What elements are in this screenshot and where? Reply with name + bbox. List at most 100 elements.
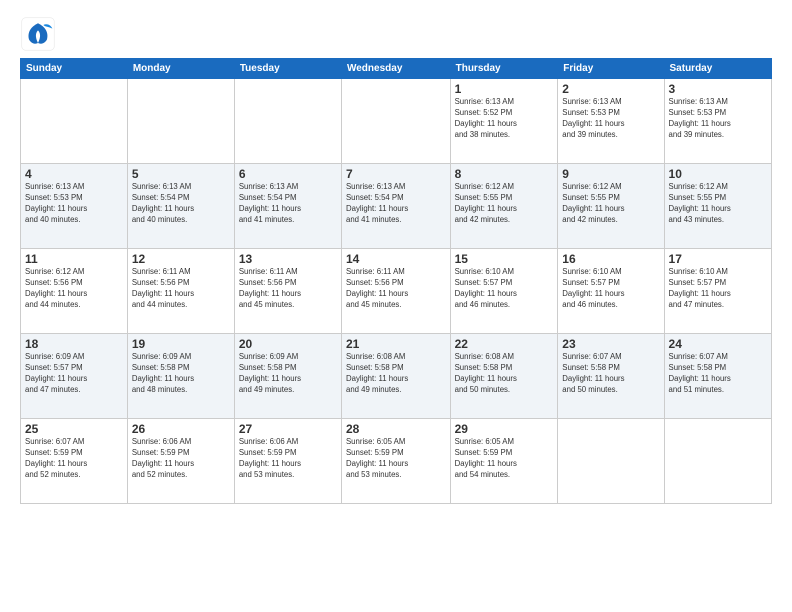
- day-info: Sunrise: 6:05 AMSunset: 5:59 PMDaylight:…: [455, 437, 554, 481]
- day-number: 24: [669, 337, 767, 351]
- day-info: Sunrise: 6:13 AMSunset: 5:53 PMDaylight:…: [669, 97, 767, 141]
- day-number: 6: [239, 167, 337, 181]
- day-number: 3: [669, 82, 767, 96]
- calendar-cell: [341, 79, 450, 164]
- calendar-cell: 17Sunrise: 6:10 AMSunset: 5:57 PMDayligh…: [664, 249, 771, 334]
- calendar-cell: 28Sunrise: 6:05 AMSunset: 5:59 PMDayligh…: [341, 419, 450, 504]
- day-number: 12: [132, 252, 230, 266]
- calendar-week-4: 18Sunrise: 6:09 AMSunset: 5:57 PMDayligh…: [21, 334, 772, 419]
- calendar-cell: 4Sunrise: 6:13 AMSunset: 5:53 PMDaylight…: [21, 164, 128, 249]
- calendar-cell: 23Sunrise: 6:07 AMSunset: 5:58 PMDayligh…: [558, 334, 664, 419]
- day-info: Sunrise: 6:07 AMSunset: 5:58 PMDaylight:…: [669, 352, 767, 396]
- calendar-cell: 18Sunrise: 6:09 AMSunset: 5:57 PMDayligh…: [21, 334, 128, 419]
- calendar-cell: 6Sunrise: 6:13 AMSunset: 5:54 PMDaylight…: [234, 164, 341, 249]
- day-number: 1: [455, 82, 554, 96]
- day-number: 18: [25, 337, 123, 351]
- day-number: 20: [239, 337, 337, 351]
- col-header-wednesday: Wednesday: [341, 59, 450, 79]
- calendar-cell: 2Sunrise: 6:13 AMSunset: 5:53 PMDaylight…: [558, 79, 664, 164]
- day-number: 23: [562, 337, 659, 351]
- calendar-cell: 29Sunrise: 6:05 AMSunset: 5:59 PMDayligh…: [450, 419, 558, 504]
- day-info: Sunrise: 6:09 AMSunset: 5:58 PMDaylight:…: [132, 352, 230, 396]
- day-number: 11: [25, 252, 123, 266]
- calendar-cell: 13Sunrise: 6:11 AMSunset: 5:56 PMDayligh…: [234, 249, 341, 334]
- day-number: 15: [455, 252, 554, 266]
- day-info: Sunrise: 6:13 AMSunset: 5:54 PMDaylight:…: [132, 182, 230, 226]
- day-number: 26: [132, 422, 230, 436]
- calendar-cell: 5Sunrise: 6:13 AMSunset: 5:54 PMDaylight…: [127, 164, 234, 249]
- calendar-cell: 12Sunrise: 6:11 AMSunset: 5:56 PMDayligh…: [127, 249, 234, 334]
- day-number: 16: [562, 252, 659, 266]
- day-number: 28: [346, 422, 446, 436]
- calendar-table: SundayMondayTuesdayWednesdayThursdayFrid…: [20, 58, 772, 504]
- day-number: 29: [455, 422, 554, 436]
- day-number: 17: [669, 252, 767, 266]
- calendar-cell: [234, 79, 341, 164]
- day-info: Sunrise: 6:12 AMSunset: 5:55 PMDaylight:…: [669, 182, 767, 226]
- day-info: Sunrise: 6:13 AMSunset: 5:53 PMDaylight:…: [562, 97, 659, 141]
- calendar-cell: [127, 79, 234, 164]
- calendar-cell: [558, 419, 664, 504]
- calendar-cell: 25Sunrise: 6:07 AMSunset: 5:59 PMDayligh…: [21, 419, 128, 504]
- logo-icon: [20, 16, 56, 52]
- day-number: 14: [346, 252, 446, 266]
- day-number: 10: [669, 167, 767, 181]
- calendar-cell: [664, 419, 771, 504]
- day-info: Sunrise: 6:06 AMSunset: 5:59 PMDaylight:…: [132, 437, 230, 481]
- calendar-cell: 20Sunrise: 6:09 AMSunset: 5:58 PMDayligh…: [234, 334, 341, 419]
- calendar-cell: 24Sunrise: 6:07 AMSunset: 5:58 PMDayligh…: [664, 334, 771, 419]
- day-info: Sunrise: 6:10 AMSunset: 5:57 PMDaylight:…: [669, 267, 767, 311]
- day-info: Sunrise: 6:07 AMSunset: 5:59 PMDaylight:…: [25, 437, 123, 481]
- calendar-header-row: SundayMondayTuesdayWednesdayThursdayFrid…: [21, 59, 772, 79]
- day-number: 21: [346, 337, 446, 351]
- day-info: Sunrise: 6:09 AMSunset: 5:57 PMDaylight:…: [25, 352, 123, 396]
- day-info: Sunrise: 6:13 AMSunset: 5:54 PMDaylight:…: [346, 182, 446, 226]
- day-info: Sunrise: 6:11 AMSunset: 5:56 PMDaylight:…: [132, 267, 230, 311]
- calendar-cell: 14Sunrise: 6:11 AMSunset: 5:56 PMDayligh…: [341, 249, 450, 334]
- day-number: 27: [239, 422, 337, 436]
- col-header-monday: Monday: [127, 59, 234, 79]
- day-number: 8: [455, 167, 554, 181]
- day-info: Sunrise: 6:13 AMSunset: 5:54 PMDaylight:…: [239, 182, 337, 226]
- calendar-cell: 10Sunrise: 6:12 AMSunset: 5:55 PMDayligh…: [664, 164, 771, 249]
- col-header-thursday: Thursday: [450, 59, 558, 79]
- col-header-saturday: Saturday: [664, 59, 771, 79]
- day-number: 25: [25, 422, 123, 436]
- calendar-cell: 19Sunrise: 6:09 AMSunset: 5:58 PMDayligh…: [127, 334, 234, 419]
- day-info: Sunrise: 6:10 AMSunset: 5:57 PMDaylight:…: [455, 267, 554, 311]
- day-info: Sunrise: 6:11 AMSunset: 5:56 PMDaylight:…: [346, 267, 446, 311]
- day-number: 22: [455, 337, 554, 351]
- calendar-cell: 7Sunrise: 6:13 AMSunset: 5:54 PMDaylight…: [341, 164, 450, 249]
- calendar-week-2: 4Sunrise: 6:13 AMSunset: 5:53 PMDaylight…: [21, 164, 772, 249]
- day-info: Sunrise: 6:05 AMSunset: 5:59 PMDaylight:…: [346, 437, 446, 481]
- day-info: Sunrise: 6:07 AMSunset: 5:58 PMDaylight:…: [562, 352, 659, 396]
- day-info: Sunrise: 6:11 AMSunset: 5:56 PMDaylight:…: [239, 267, 337, 311]
- day-number: 19: [132, 337, 230, 351]
- header: [20, 16, 772, 52]
- calendar-week-5: 25Sunrise: 6:07 AMSunset: 5:59 PMDayligh…: [21, 419, 772, 504]
- calendar-cell: 3Sunrise: 6:13 AMSunset: 5:53 PMDaylight…: [664, 79, 771, 164]
- calendar-cell: 15Sunrise: 6:10 AMSunset: 5:57 PMDayligh…: [450, 249, 558, 334]
- col-header-sunday: Sunday: [21, 59, 128, 79]
- day-number: 9: [562, 167, 659, 181]
- calendar-cell: 27Sunrise: 6:06 AMSunset: 5:59 PMDayligh…: [234, 419, 341, 504]
- calendar-cell: 1Sunrise: 6:13 AMSunset: 5:52 PMDaylight…: [450, 79, 558, 164]
- calendar-week-1: 1Sunrise: 6:13 AMSunset: 5:52 PMDaylight…: [21, 79, 772, 164]
- day-info: Sunrise: 6:12 AMSunset: 5:56 PMDaylight:…: [25, 267, 123, 311]
- day-info: Sunrise: 6:09 AMSunset: 5:58 PMDaylight:…: [239, 352, 337, 396]
- calendar-cell: 8Sunrise: 6:12 AMSunset: 5:55 PMDaylight…: [450, 164, 558, 249]
- day-number: 5: [132, 167, 230, 181]
- day-info: Sunrise: 6:13 AMSunset: 5:52 PMDaylight:…: [455, 97, 554, 141]
- col-header-tuesday: Tuesday: [234, 59, 341, 79]
- day-info: Sunrise: 6:08 AMSunset: 5:58 PMDaylight:…: [455, 352, 554, 396]
- day-info: Sunrise: 6:13 AMSunset: 5:53 PMDaylight:…: [25, 182, 123, 226]
- day-info: Sunrise: 6:10 AMSunset: 5:57 PMDaylight:…: [562, 267, 659, 311]
- col-header-friday: Friday: [558, 59, 664, 79]
- day-number: 13: [239, 252, 337, 266]
- calendar-cell: 16Sunrise: 6:10 AMSunset: 5:57 PMDayligh…: [558, 249, 664, 334]
- day-info: Sunrise: 6:06 AMSunset: 5:59 PMDaylight:…: [239, 437, 337, 481]
- day-number: 4: [25, 167, 123, 181]
- calendar-cell: 26Sunrise: 6:06 AMSunset: 5:59 PMDayligh…: [127, 419, 234, 504]
- day-number: 7: [346, 167, 446, 181]
- day-number: 2: [562, 82, 659, 96]
